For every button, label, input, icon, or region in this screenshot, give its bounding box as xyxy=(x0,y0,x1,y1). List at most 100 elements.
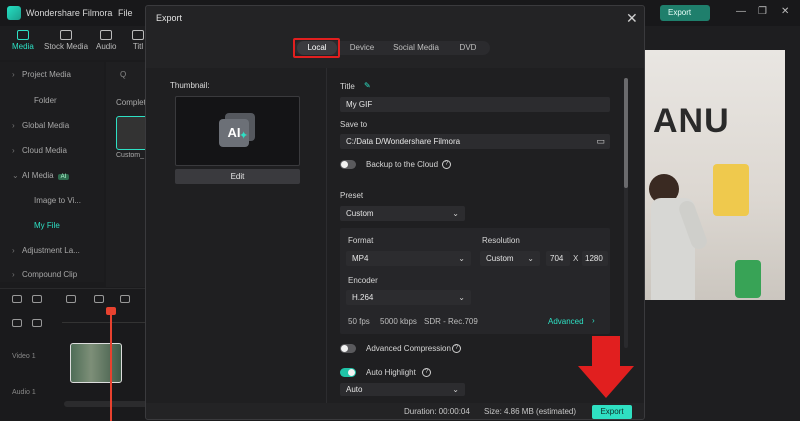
menu-file[interactable]: File xyxy=(118,8,133,18)
encoder-value: H.264 xyxy=(352,293,374,302)
format-label: Format xyxy=(348,236,374,245)
sidebar-item-adjustment-layer[interactable]: › Adjustment La... xyxy=(12,246,80,255)
media-icon xyxy=(16,30,29,40)
close-icon[interactable]: ✕ xyxy=(626,10,638,27)
app-export-button[interactable]: Export xyxy=(660,5,710,21)
preset-select[interactable]: Custom ⌄ xyxy=(340,206,465,221)
maximize-icon[interactable]: ❐ xyxy=(758,6,767,17)
chevron-right-icon: › xyxy=(12,70,15,79)
sidebar-item-ai-media[interactable]: ⌄ AI Media AI xyxy=(12,171,70,180)
chevron-down-icon: ⌄ xyxy=(452,209,459,218)
title-input[interactable]: My GIF xyxy=(340,97,610,112)
video-clip[interactable] xyxy=(70,343,122,383)
minimize-icon[interactable]: — xyxy=(736,6,746,17)
playhead[interactable] xyxy=(106,307,116,421)
chevron-right-icon[interactable]: › xyxy=(592,316,595,325)
sidebar-item-my-file[interactable]: My File xyxy=(34,221,60,230)
sidebar-item-compound-clip[interactable]: › Compound Clip xyxy=(12,270,77,279)
ai-title-icon[interactable]: ✎ xyxy=(364,81,371,90)
chevron-right-icon: › xyxy=(12,121,15,130)
sidebar-item-label: Image to Vi... xyxy=(34,196,81,205)
preview-panel: ANU xyxy=(645,26,800,420)
thumbnail-label: Thumbnail: xyxy=(170,81,210,90)
folder-icon[interactable]: ▭ xyxy=(596,134,605,149)
resolution-height-input[interactable]: 1280 xyxy=(582,251,608,266)
tab-dvd[interactable]: DVD xyxy=(450,41,486,55)
app-name: Wondershare Filmora xyxy=(26,8,113,18)
edit-thumbnail-button[interactable]: Edit xyxy=(175,169,300,184)
backup-cloud-label: Backup to the Cloud xyxy=(366,160,439,169)
ai-badge: AI xyxy=(57,174,70,180)
auto-highlight-select[interactable]: Auto ⌄ xyxy=(340,383,465,396)
advanced-compression-label: Advanced Compression xyxy=(366,344,451,353)
resolution-value: Custom xyxy=(486,254,514,263)
chevron-right-icon: › xyxy=(12,270,15,279)
tool-titles[interactable]: Titl xyxy=(132,30,144,51)
sidebar-item-label: Project Media xyxy=(22,70,71,79)
sidebar-item-label: Adjustment La... xyxy=(22,246,80,255)
select-tool-icon[interactable] xyxy=(32,295,42,303)
color-space-value: SDR - Rec.709 xyxy=(424,317,478,326)
format-value: MP4 xyxy=(352,254,369,263)
sidebar-item-label: Compound Clip xyxy=(22,270,78,279)
track-manager-icon[interactable] xyxy=(12,295,22,303)
dialog-scrollbar[interactable] xyxy=(624,78,628,348)
encoder-select[interactable]: H.264 ⌄ xyxy=(346,290,471,305)
help-icon[interactable]: ? xyxy=(452,344,461,353)
auto-highlight-toggle[interactable] xyxy=(340,368,356,377)
timeline-scrollbar[interactable] xyxy=(64,401,150,407)
preview-snack-bag xyxy=(713,164,749,216)
dialog-body: Thumbnail: AI ✦ Edit Title ✎ My GIF Save… xyxy=(146,68,644,403)
preview-frame: ANU xyxy=(645,50,785,300)
search-icon[interactable]: Q xyxy=(120,70,126,79)
sidebar-item-cloud-media[interactable]: › Cloud Media xyxy=(12,146,67,155)
help-icon[interactable]: ? xyxy=(422,368,431,377)
redo-icon[interactable] xyxy=(94,295,104,303)
window-close-icon[interactable]: ✕ xyxy=(781,6,789,17)
chevron-right-icon: › xyxy=(12,246,15,255)
resolution-select[interactable]: Custom ⌄ xyxy=(480,251,540,266)
preset-value: Custom xyxy=(346,209,374,218)
sidebar-item-project-media[interactable]: › Project Media xyxy=(12,70,71,79)
preset-label: Preset xyxy=(340,191,364,200)
sidebar-item-folder[interactable]: Folder xyxy=(34,96,57,105)
more-icon[interactable] xyxy=(120,295,130,303)
advanced-compression-toggle[interactable] xyxy=(340,344,356,353)
top-toolbar: Media Stock Media Audio Titl xyxy=(0,26,150,60)
media-library: Q Complet Custom_ xyxy=(106,62,150,287)
advanced-settings-link[interactable]: Advanced xyxy=(548,317,584,326)
filmora-logo-icon xyxy=(7,6,21,20)
chevron-down-icon: ⌄ xyxy=(452,385,459,394)
resolution-width-input[interactable]: 704 xyxy=(546,251,570,266)
divider xyxy=(326,68,327,403)
audio-icon xyxy=(100,30,113,40)
save-to-path: C:/Data D/Wondershare Filmora xyxy=(346,137,461,146)
link-icon[interactable] xyxy=(32,319,42,327)
sidebar-item-image-to-video[interactable]: Image to Vi... xyxy=(34,196,81,205)
sidebar-item-global-media[interactable]: › Global Media xyxy=(12,121,69,130)
format-select[interactable]: MP4 ⌄ xyxy=(346,251,471,266)
export-button[interactable]: Export xyxy=(592,405,632,419)
scrollbar-thumb[interactable] xyxy=(624,78,628,188)
undo-icon[interactable] xyxy=(66,295,76,303)
stock-media-icon xyxy=(60,30,73,40)
auto-highlight-value: Auto xyxy=(346,385,363,394)
format-panel: Format MP4 ⌄ Resolution Custom ⌄ 704 X 1… xyxy=(340,228,610,334)
titles-icon xyxy=(132,30,144,40)
tab-social-media[interactable]: Social Media xyxy=(386,41,446,55)
tab-device[interactable]: Device xyxy=(342,41,382,55)
duration-text: Duration: 00:00:04 xyxy=(404,407,470,416)
dialog-footer: Duration: 00:00:04 Size: 4.86 MB (estima… xyxy=(146,403,644,420)
track-label-audio: Audio 1 xyxy=(12,389,36,396)
tool-stock-media[interactable]: Stock Media xyxy=(44,30,88,51)
tool-audio[interactable]: Audio xyxy=(96,30,116,51)
media-item-label: Custom_ xyxy=(116,152,145,159)
sidebar-item-label: Folder xyxy=(34,96,57,105)
tool-media[interactable]: Media xyxy=(12,30,34,51)
backup-cloud-toggle[interactable] xyxy=(340,160,356,169)
frame-rate-value: 50 fps xyxy=(348,317,370,326)
save-to-field[interactable]: C:/Data D/Wondershare Filmora ▭ xyxy=(340,134,610,149)
help-icon[interactable]: ? xyxy=(442,160,451,169)
tool-audio-label: Audio xyxy=(96,42,117,51)
add-track-icon[interactable] xyxy=(12,319,22,327)
